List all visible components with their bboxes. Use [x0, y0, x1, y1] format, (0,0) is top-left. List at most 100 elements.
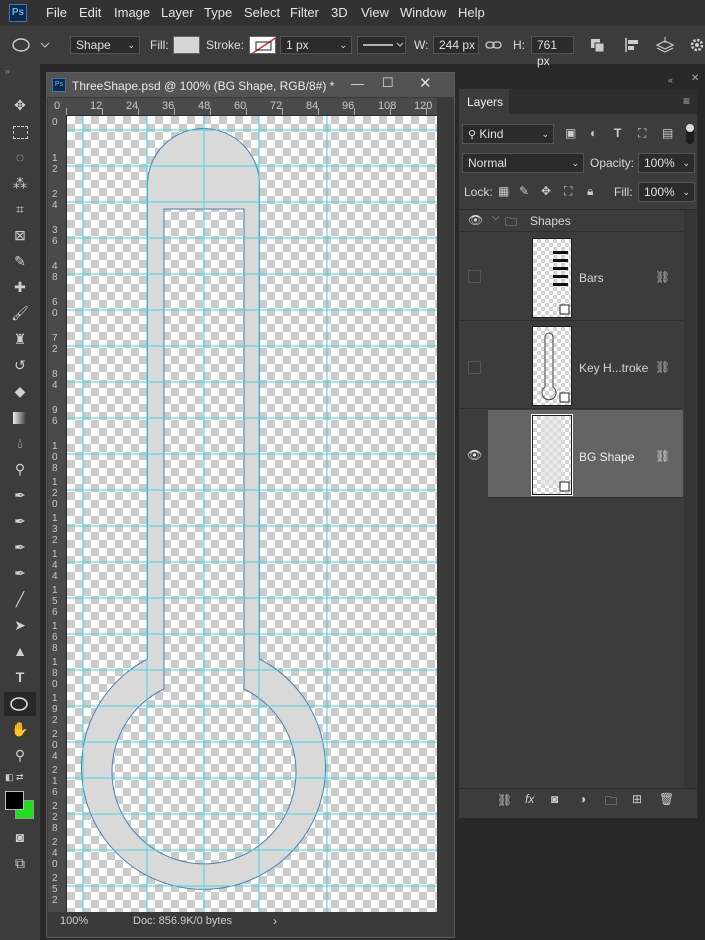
path-alignment-icon[interactable] — [624, 37, 642, 53]
curvature-pen-icon[interactable]: ✒ — [8, 536, 32, 558]
pen-tool-icon[interactable]: ✒ — [8, 484, 32, 506]
pixel-filter-icon[interactable]: ▣ — [565, 126, 576, 140]
menu-select[interactable]: Select — [244, 5, 280, 20]
menu-type[interactable]: Type — [204, 5, 232, 20]
canvas[interactable] — [67, 116, 437, 912]
panel-collapse-icon[interactable]: « — [668, 75, 673, 85]
menu-layer[interactable]: Layer — [161, 5, 194, 20]
blend-mode-select[interactable]: Normal ⌄ — [462, 153, 584, 173]
adjustment-layer-icon[interactable]: ◑ — [579, 792, 586, 806]
maximize-icon[interactable]: ☐ — [382, 75, 394, 91]
eraser-tool-icon[interactable]: ◆ — [8, 380, 32, 402]
stroke-width-field[interactable]: 1 px ⌄ — [280, 36, 352, 54]
add-mask-icon[interactable]: ◙ — [551, 792, 558, 806]
eye-icon[interactable]: 👁︎ — [468, 213, 483, 227]
ellipse-tool-active[interactable] — [4, 692, 36, 716]
fill-opacity-field[interactable]: 100% ⌄ — [638, 182, 695, 202]
gradient-tool-icon[interactable] — [8, 406, 32, 428]
default-colors-icon[interactable]: ◧ ⇄ — [5, 772, 24, 783]
minimize-icon[interactable]: — — [351, 76, 364, 91]
panel-menu-icon[interactable]: ≡ — [683, 94, 690, 108]
menu-filter[interactable]: Filter — [290, 5, 319, 20]
lock-artboard-icon[interactable]: ⛶ — [564, 184, 572, 199]
panel-close-icon[interactable]: ✕ — [691, 73, 699, 84]
shape-mode-select[interactable]: Shape ⌄ — [70, 36, 140, 54]
screen-mode-icon[interactable]: ⧉ — [8, 852, 32, 874]
new-layer-icon[interactable]: ⊞ — [632, 792, 642, 806]
height-field[interactable]: 761 px — [531, 36, 574, 68]
add-anchor-icon[interactable]: ✒ — [8, 562, 32, 584]
type-tool-icon[interactable]: T — [8, 666, 32, 688]
tab-layers[interactable]: Layers — [459, 89, 509, 115]
healing-brush-icon[interactable]: ✚ — [8, 276, 32, 298]
menu-help[interactable]: Help — [458, 5, 485, 20]
path-arrangement-icon[interactable] — [655, 36, 675, 54]
frame-tool-icon[interactable]: ⊠ — [8, 224, 32, 246]
vertical-ruler[interactable]: 0 1 2 2 4 3 6 4 8 6 0 7 2 8 4 9 6 1 0 8 1 2 0 1 3 2… — [48, 115, 67, 912]
trash-icon[interactable]: 🗑︎ — [659, 792, 674, 806]
menu-view[interactable]: View — [361, 5, 389, 20]
path-select-icon[interactable]: ╱ — [8, 588, 32, 610]
menu-window[interactable]: Window — [400, 5, 446, 20]
menu-3d[interactable]: 3D — [331, 5, 348, 20]
layer-row-bars[interactable]: Bars ⛓︎ — [460, 233, 683, 321]
chevron-down-icon[interactable]: ⌵ — [492, 212, 500, 223]
lock-all-icon[interactable]: 🔒︎ — [587, 184, 593, 199]
stroke-swatch[interactable] — [249, 36, 276, 54]
quick-mask-icon[interactable]: ◙ — [8, 826, 32, 848]
path-operations-icon[interactable] — [589, 37, 607, 53]
visibility-toggle-off[interactable] — [468, 270, 481, 283]
direct-select-icon[interactable]: ➤ — [8, 614, 32, 636]
fill-swatch[interactable] — [173, 36, 200, 54]
menu-edit[interactable]: Edit — [79, 5, 101, 20]
marquee-tool-icon[interactable] — [8, 120, 32, 142]
link-icon[interactable] — [485, 38, 503, 52]
visibility-toggle-off[interactable] — [468, 361, 481, 374]
blur-tool-icon[interactable]: 💧︎ — [8, 432, 32, 454]
collapse-arrows-icon[interactable]: » — [5, 66, 10, 76]
pointer-icon[interactable]: ▲ — [8, 640, 32, 662]
opacity-field[interactable]: 100% ⌄ — [638, 153, 695, 173]
status-menu-arrow-icon[interactable]: › — [273, 914, 277, 928]
filter-toggle[interactable] — [686, 124, 694, 144]
layers-scrollbar[interactable] — [684, 210, 696, 788]
clone-stamp-icon[interactable]: ♜ — [8, 328, 32, 350]
close-icon[interactable]: ✕ — [419, 74, 432, 92]
history-brush-icon[interactable]: ↺ — [8, 354, 32, 376]
layer-row-bg-shape[interactable]: 👁︎ BG Shape ⛓︎ — [460, 410, 683, 498]
filter-type-select[interactable]: ⚲ Kind ⌄ — [462, 124, 554, 144]
document-tab[interactable]: Ps ThreeShape.psd @ 100% (BG Shape, RGB/… — [47, 73, 454, 97]
type-filter-icon[interactable]: T — [614, 126, 621, 140]
width-field[interactable]: 244 px — [433, 36, 479, 54]
gear-icon[interactable] — [688, 36, 705, 54]
menu-image[interactable]: Image — [114, 5, 150, 20]
shape-filter-icon[interactable]: ⛶ — [638, 126, 646, 141]
link-layers-icon[interactable]: ⛓︎ — [497, 793, 512, 807]
layer-row-key-stroke[interactable]: Key H...troke ⛓︎ — [460, 321, 683, 409]
stroke-type-select[interactable] — [357, 36, 406, 54]
freeform-pen-icon[interactable]: ✒ — [8, 510, 32, 532]
magic-wand-icon[interactable]: ⁂ — [8, 172, 32, 194]
zoom-tool-icon[interactable]: ⚲ — [8, 744, 32, 766]
adjustment-filter-icon[interactable]: ◐ — [590, 126, 597, 140]
lock-position-icon[interactable]: ✥ — [541, 184, 551, 198]
hand-tool-icon[interactable]: ✋ — [8, 718, 32, 740]
tool-preset-picker[interactable] — [8, 36, 52, 54]
crop-tool-icon[interactable]: ⌗ — [8, 198, 32, 220]
eyedropper-icon[interactable]: ✎ — [8, 250, 32, 272]
horizontal-ruler[interactable]: 0 12 24 36 48 60 72 84 96 108 120 — [48, 98, 437, 116]
foreground-color-swatch[interactable] — [5, 791, 24, 810]
zoom-level[interactable]: 100% — [60, 915, 88, 927]
menu-file[interactable]: File — [46, 5, 67, 20]
new-group-icon[interactable]: 🗀 — [605, 792, 617, 813]
lasso-tool-icon[interactable]: ◌ — [8, 146, 32, 168]
fx-icon[interactable]: fx — [525, 792, 534, 806]
smart-object-filter-icon[interactable]: ▤ — [662, 126, 673, 140]
move-tool-icon[interactable]: ✥ — [8, 94, 32, 116]
layer-group-row[interactable]: 👁︎ ⌵ 🗀 Shapes — [460, 210, 683, 232]
lock-transparency-icon[interactable]: ▦ — [498, 184, 509, 198]
brush-tool-icon[interactable]: 🖌︎ — [8, 302, 32, 324]
dodge-tool-icon[interactable]: ⚲ — [8, 458, 32, 480]
eye-icon[interactable]: 👁︎ — [467, 448, 482, 462]
lock-pixels-icon[interactable]: ✎ — [519, 184, 529, 198]
